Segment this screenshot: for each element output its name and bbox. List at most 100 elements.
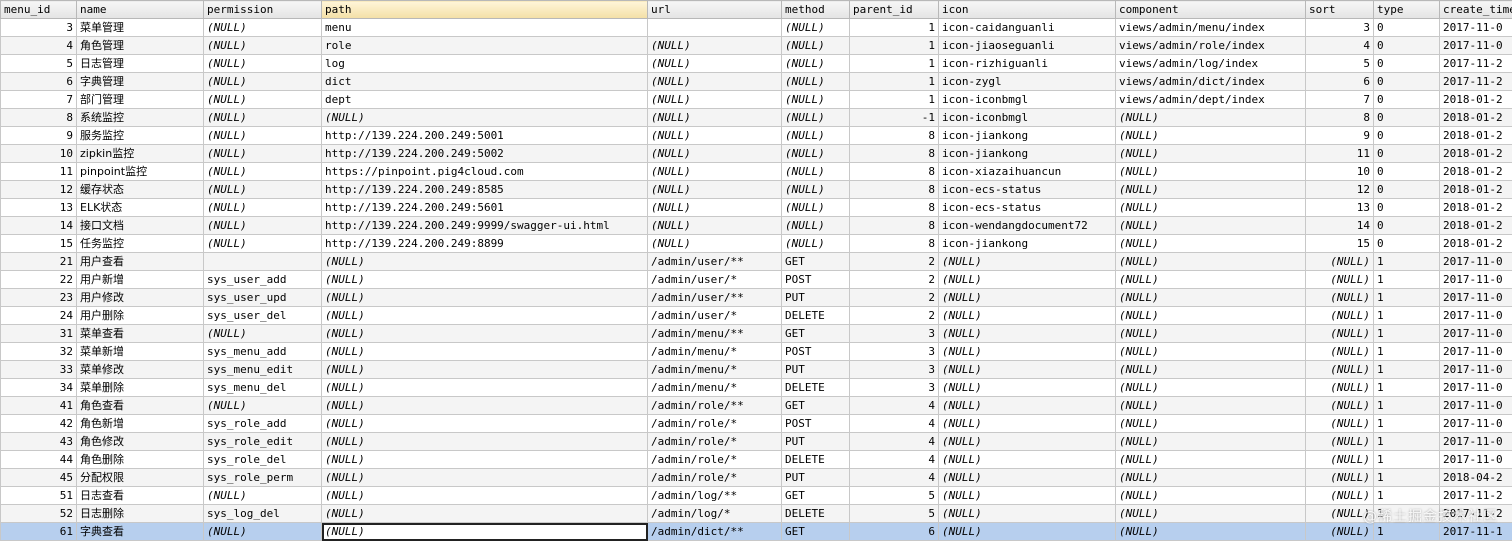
column-header-type[interactable]: type [1373,0,1440,19]
table-row[interactable]: 12 缓存状态 (NULL) http://139.224.200.249:8585(… [0,180,1512,199]
cell-method[interactable]: (NULL) [781,234,850,253]
cell-icon[interactable]: (NULL) [938,360,1116,379]
cell-permission[interactable]: (NULL) [203,162,322,181]
cell-name[interactable]: 任务监控 [76,234,204,253]
table-row[interactable]: 10 zipkin监控 (NULL) http://139.224.200.249:5… [0,144,1512,163]
cell-url[interactable]: /admin/menu/** [647,324,782,343]
cell-type[interactable]: 1 [1373,468,1440,487]
cell-type[interactable]: 1 [1373,522,1440,541]
cell-icon[interactable]: icon-rizhiguanli [938,54,1116,73]
cell-create-time[interactable]: 2018-04-2 [1439,468,1512,487]
column-header-permission[interactable]: permission [203,0,322,19]
cell-type[interactable]: 1 [1373,270,1440,289]
cell-path[interactable]: (NULL) [321,432,648,451]
table-row[interactable]: 5 日志管理 (NULL) log (NULL) (NULL) 1 icon-rizhigua… [0,54,1512,73]
cell-url[interactable]: (NULL) [647,72,782,91]
cell-create-time[interactable]: 2017-11-0 [1439,450,1512,469]
cell-permission[interactable]: (NULL) [203,126,322,145]
cell-sort[interactable]: (NULL) [1305,468,1374,487]
cell-url[interactable]: (NULL) [647,180,782,199]
cell-type[interactable]: 1 [1373,486,1440,505]
cell-path[interactable]: (NULL) [321,360,648,379]
cell-menu-id[interactable]: 15 [0,234,77,253]
cell-path[interactable]: log [321,54,648,73]
cell-name[interactable]: 日志删除 [76,504,204,523]
cell-create-time[interactable]: 2017-11-1 [1439,522,1512,541]
cell-component[interactable]: views/admin/role/index [1115,36,1306,55]
cell-sort[interactable]: 3 [1305,18,1374,37]
cell-name[interactable]: 日志管理 [76,54,204,73]
cell-path[interactable]: (NULL) [321,378,648,397]
cell-path[interactable]: (NULL) [321,306,648,325]
cell-name[interactable]: 字典管理 [76,72,204,91]
cell-permission[interactable]: (NULL) [203,144,322,163]
cell-permission[interactable]: sys_menu_del [203,378,322,397]
cell-component[interactable]: (NULL) [1115,108,1306,127]
cell-parent-id[interactable]: 2 [849,288,939,307]
cell-parent-id[interactable]: 3 [849,378,939,397]
table-row[interactable]: 61 字典查看 (NULL) (NULL)/admin/dict/** GET 6 (NUL… [0,522,1512,541]
cell-type[interactable]: 0 [1373,216,1440,235]
cell-path[interactable]: dict [321,72,648,91]
cell-component[interactable]: (NULL) [1115,396,1306,415]
cell-sort[interactable]: 4 [1305,36,1374,55]
cell-sort[interactable]: 9 [1305,126,1374,145]
cell-type[interactable]: 1 [1373,396,1440,415]
cell-method[interactable]: (NULL) [781,216,850,235]
cell-permission[interactable]: sys_role_perm [203,468,322,487]
cell-parent-id[interactable]: 1 [849,36,939,55]
table-row[interactable]: 14 接口文档 (NULL) http://139.224.200.249:9999/… [0,216,1512,235]
cell-type[interactable]: 1 [1373,252,1440,271]
cell-url[interactable]: /admin/role/* [647,414,782,433]
cell-parent-id[interactable]: 3 [849,342,939,361]
cell-create-time[interactable]: 2018-01-2 [1439,162,1512,181]
cell-sort[interactable]: (NULL) [1305,288,1374,307]
cell-type[interactable]: 0 [1373,18,1440,37]
cell-icon[interactable]: icon-ecs-status [938,180,1116,199]
table-row[interactable]: 9 服务监控 (NULL) http://139.224.200.249:5001 (N… [0,126,1512,145]
cell-component[interactable]: (NULL) [1115,450,1306,469]
column-header-sort[interactable]: sort [1305,0,1374,19]
cell-permission[interactable]: (NULL) [203,234,322,253]
cell-name[interactable]: 缓存状态 [76,180,204,199]
cell-icon[interactable]: (NULL) [938,522,1116,541]
cell-path[interactable]: (NULL) [321,486,648,505]
cell-method[interactable]: PUT [781,288,850,307]
cell-path[interactable]: (NULL) [321,522,648,541]
cell-path[interactable]: (NULL) [321,252,648,271]
cell-type[interactable]: 0 [1373,234,1440,253]
cell-url[interactable]: /admin/user/* [647,270,782,289]
cell-menu-id[interactable]: 61 [0,522,77,541]
cell-parent-id[interactable]: 4 [849,468,939,487]
cell-create-time[interactable]: 2017-11-0 [1439,288,1512,307]
cell-path[interactable]: (NULL) [321,450,648,469]
cell-menu-id[interactable]: 32 [0,342,77,361]
cell-type[interactable]: 1 [1373,306,1440,325]
cell-path[interactable]: menu [321,18,648,37]
cell-method[interactable]: GET [781,396,850,415]
cell-path[interactable]: (NULL) [321,342,648,361]
table-row[interactable]: 6 字典管理 (NULL) dict (NULL) (NULL) 1 icon-zygl vie… [0,72,1512,91]
cell-method[interactable]: DELETE [781,450,850,469]
cell-url[interactable]: /admin/role/* [647,450,782,469]
cell-parent-id[interactable]: 1 [849,72,939,91]
cell-parent-id[interactable]: 5 [849,486,939,505]
cell-component[interactable]: views/admin/menu/index [1115,18,1306,37]
column-header-icon[interactable]: icon [938,0,1116,19]
cell-create-time[interactable]: 2017-11-0 [1439,306,1512,325]
cell-name[interactable]: 服务监控 [76,126,204,145]
cell-name[interactable]: 日志查看 [76,486,204,505]
cell-url[interactable]: (NULL) [647,144,782,163]
cell-sort[interactable]: 14 [1305,216,1374,235]
cell-type[interactable]: 1 [1373,378,1440,397]
cell-sort[interactable]: (NULL) [1305,270,1374,289]
cell-name[interactable]: 菜单修改 [76,360,204,379]
cell-sort[interactable]: 13 [1305,198,1374,217]
column-header-method[interactable]: method [781,0,850,19]
cell-icon[interactable]: icon-iconbmgl [938,90,1116,109]
cell-path[interactable]: (NULL) [321,324,648,343]
cell-sort[interactable]: (NULL) [1305,504,1374,523]
table-row[interactable]: 7 部门管理 (NULL) dept (NULL) (NULL) 1 icon-iconbmg… [0,90,1512,109]
cell-menu-id[interactable]: 13 [0,198,77,217]
cell-menu-id[interactable]: 22 [0,270,77,289]
